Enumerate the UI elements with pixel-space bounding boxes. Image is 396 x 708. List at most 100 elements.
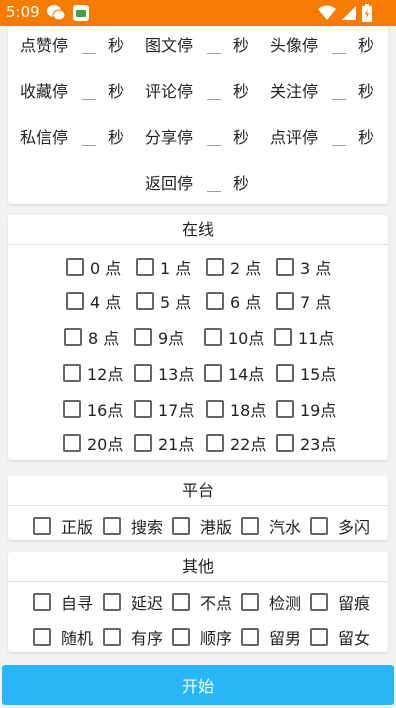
checkbox-box[interactable]	[33, 593, 51, 611]
hour-checkbox-12[interactable]: 12点	[63, 361, 123, 385]
comment-stop-input[interactable]	[207, 81, 221, 100]
platform-checkbox-qishui[interactable]: 汽水	[241, 514, 301, 538]
checkbox-box[interactable]	[206, 292, 224, 310]
hour-label: 0 点	[90, 259, 122, 278]
hour-checkbox-18[interactable]: 18点	[206, 397, 266, 421]
follow-stop-input[interactable]	[332, 81, 346, 100]
checkbox-box[interactable]	[310, 517, 328, 535]
hour-checkbox-17[interactable]: 17点	[134, 397, 194, 421]
hour-checkbox-8[interactable]: 8 点	[64, 325, 119, 349]
checkbox-box[interactable]	[136, 292, 154, 310]
hour-checkbox-21[interactable]: 21点	[134, 431, 194, 455]
hour-checkbox-14[interactable]: 14点	[204, 361, 264, 385]
platform-checkbox-search[interactable]: 搜索	[103, 514, 163, 538]
hour-checkbox-10[interactable]: 10点	[204, 325, 264, 349]
checkbox-box[interactable]	[204, 364, 222, 382]
hour-checkbox-11[interactable]: 11点	[274, 325, 334, 349]
platform-checkbox-duoshan[interactable]: 多闪	[310, 514, 370, 538]
checkbox-box[interactable]	[103, 628, 121, 646]
hour-checkbox-0[interactable]: 0 点	[66, 255, 121, 279]
other-checkbox-9[interactable]: 留女	[310, 625, 370, 649]
checkbox-box[interactable]	[172, 628, 190, 646]
hour-checkbox-16[interactable]: 16点	[63, 397, 123, 421]
other-checkbox-3[interactable]: 检测	[241, 590, 301, 614]
other-card: 其他 自寻 延迟 不点 检测 留痕 随机 有序 顺序 留男 留女	[8, 552, 388, 652]
platform-checkbox-hk[interactable]: 港版	[172, 514, 232, 538]
other-checkbox-4[interactable]: 留痕	[310, 590, 370, 614]
checkbox-box[interactable]	[134, 328, 152, 346]
other-checkbox-0[interactable]: 自寻	[33, 590, 93, 614]
hour-checkbox-19[interactable]: 19点	[276, 397, 336, 421]
avatar-stop-input[interactable]	[332, 35, 346, 54]
image-text-stop-input[interactable]	[207, 35, 221, 54]
checkbox-box[interactable]	[33, 628, 51, 646]
review-stop-input[interactable]	[332, 127, 346, 146]
checkbox-box[interactable]	[64, 328, 82, 346]
other-checkbox-5[interactable]: 随机	[33, 625, 93, 649]
checkbox-box[interactable]	[206, 400, 224, 418]
checkbox-box[interactable]	[241, 628, 259, 646]
checkbox-box[interactable]	[206, 434, 224, 452]
platform-checkbox-official[interactable]: 正版	[33, 514, 93, 538]
other-checkbox-6[interactable]: 有序	[103, 625, 163, 649]
hour-checkbox-7[interactable]: 7 点	[276, 289, 331, 313]
checkbox-box[interactable]	[33, 517, 51, 535]
checkbox-box[interactable]	[276, 258, 294, 276]
return-stop-input[interactable]	[207, 173, 221, 192]
checkbox-box[interactable]	[134, 400, 152, 418]
share-stop-input[interactable]	[207, 127, 221, 146]
other-checkbox-2[interactable]: 不点	[172, 590, 232, 614]
hour-checkbox-5[interactable]: 5 点	[136, 289, 191, 313]
other-options: 自寻 延迟 不点 检测 留痕 随机 有序 顺序 留男 留女	[8, 582, 388, 652]
checkbox-box[interactable]	[63, 434, 81, 452]
checkbox-box[interactable]	[66, 258, 84, 276]
checkbox-box[interactable]	[134, 364, 152, 382]
hour-checkbox-22[interactable]: 22点	[206, 431, 266, 455]
other-checkbox-7[interactable]: 顺序	[172, 625, 232, 649]
platform-label: 港版	[200, 518, 233, 537]
platform-label: 搜索	[131, 518, 164, 537]
hour-checkbox-20[interactable]: 20点	[63, 431, 123, 455]
checkbox-box[interactable]	[103, 593, 121, 611]
checkbox-box[interactable]	[241, 517, 259, 535]
checkbox-box[interactable]	[136, 258, 154, 276]
hour-label: 5 点	[160, 293, 192, 312]
checkbox-box[interactable]	[310, 628, 328, 646]
checkbox-box[interactable]	[172, 517, 190, 535]
other-checkbox-8[interactable]: 留男	[241, 625, 301, 649]
checkbox-box[interactable]	[63, 400, 81, 418]
checkbox-box[interactable]	[172, 593, 190, 611]
checkbox-box[interactable]	[206, 258, 224, 276]
checkbox-box[interactable]	[134, 434, 152, 452]
stop-label: 图文停	[145, 36, 194, 55]
hour-checkbox-2[interactable]: 2 点	[206, 255, 261, 279]
hour-checkbox-1[interactable]: 1 点	[136, 255, 191, 279]
hour-checkbox-23[interactable]: 23点	[276, 431, 336, 455]
checkbox-box[interactable]	[310, 593, 328, 611]
stop-return: 返回停 秒	[145, 168, 249, 196]
checkbox-box[interactable]	[276, 292, 294, 310]
favorite-stop-input[interactable]	[82, 81, 96, 100]
stop-favorite: 收藏停 秒	[20, 76, 124, 104]
hour-checkbox-3[interactable]: 3 点	[276, 255, 331, 279]
online-title: 在线	[8, 215, 388, 245]
checkbox-box[interactable]	[66, 292, 84, 310]
message-stop-input[interactable]	[82, 127, 96, 146]
checkbox-box[interactable]	[276, 364, 294, 382]
hour-checkbox-4[interactable]: 4 点	[66, 289, 121, 313]
seconds-unit: 秒	[358, 128, 375, 147]
hour-checkbox-9[interactable]: 9点	[134, 325, 184, 349]
checkbox-box[interactable]	[241, 593, 259, 611]
hour-checkbox-6[interactable]: 6 点	[206, 289, 261, 313]
checkbox-box[interactable]	[103, 517, 121, 535]
hour-checkbox-15[interactable]: 15点	[276, 361, 336, 385]
checkbox-box[interactable]	[204, 328, 222, 346]
other-checkbox-1[interactable]: 延迟	[103, 590, 163, 614]
hour-checkbox-13[interactable]: 13点	[134, 361, 194, 385]
checkbox-box[interactable]	[276, 434, 294, 452]
checkbox-box[interactable]	[274, 328, 292, 346]
start-button[interactable]: 开始	[2, 665, 394, 705]
checkbox-box[interactable]	[276, 400, 294, 418]
checkbox-box[interactable]	[63, 364, 81, 382]
like-stop-input[interactable]	[82, 35, 96, 54]
